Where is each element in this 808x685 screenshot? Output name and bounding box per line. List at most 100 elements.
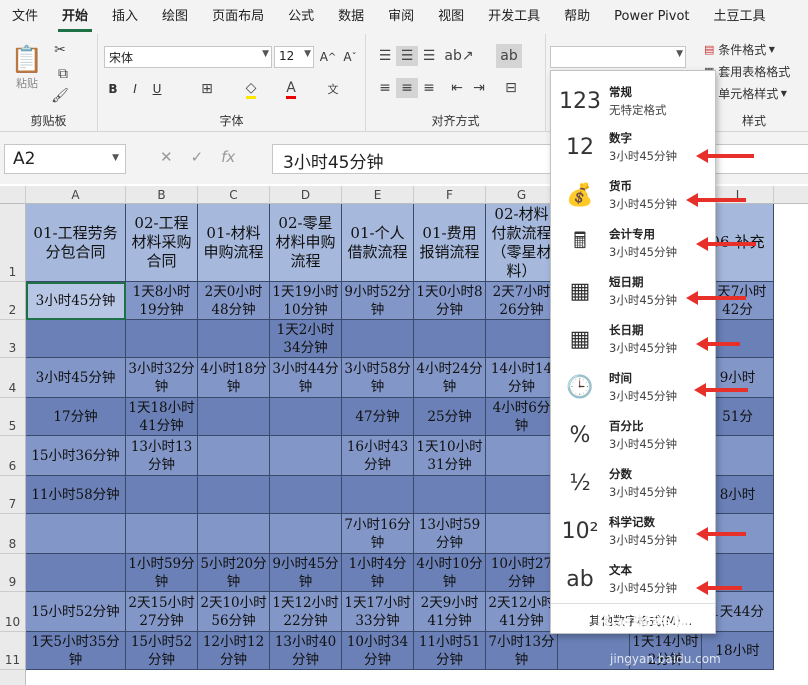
italic-button[interactable]: I bbox=[126, 78, 144, 100]
cell-F5[interactable]: 25分钟 bbox=[414, 398, 486, 436]
cell-A6[interactable]: 15小时36分钟 bbox=[26, 436, 126, 476]
column-header-C[interactable]: C bbox=[198, 186, 270, 204]
cell-D1[interactable]: 02-零星材料申购流程 bbox=[270, 204, 342, 282]
row-header-8[interactable]: 8 bbox=[0, 514, 26, 554]
increase-indent-button[interactable]: ⇥ bbox=[468, 78, 490, 98]
menu-3[interactable]: 绘图 bbox=[150, 0, 200, 34]
row-header-6[interactable]: 6 bbox=[0, 436, 26, 476]
cell-C9[interactable]: 5小时20分钟 bbox=[198, 554, 270, 592]
format-painter-button[interactable]: 🖌 bbox=[50, 86, 70, 106]
row-header-3[interactable]: 3 bbox=[0, 320, 26, 358]
format-option-0[interactable]: 123 常规 无特定格式 bbox=[551, 77, 715, 125]
cell-G1[interactable]: 02-材料付款流程（零星材料） bbox=[486, 204, 558, 282]
cell-D3[interactable]: 1天2小时34分钟 bbox=[270, 320, 342, 358]
cell-E1[interactable]: 01-个人借款流程 bbox=[342, 204, 414, 282]
cell-C2[interactable]: 2天0小时48分钟 bbox=[198, 282, 270, 320]
format-as-table-button[interactable]: ▦ 套用表格格式 bbox=[704, 62, 808, 80]
menu-0[interactable]: 文件 bbox=[0, 0, 50, 34]
row-header-5[interactable]: 5 bbox=[0, 398, 26, 436]
cell-D10[interactable]: 1天12小时22分钟 bbox=[270, 592, 342, 632]
cell-E10[interactable]: 1天17小时33分钟 bbox=[342, 592, 414, 632]
cell-F9[interactable]: 4小时10分钟 bbox=[414, 554, 486, 592]
row-header-11[interactable]: 11 bbox=[0, 632, 26, 670]
cell-E2[interactable]: 9小时52分钟 bbox=[342, 282, 414, 320]
cell-E4[interactable]: 3小时58分钟 bbox=[342, 358, 414, 398]
cell-E9[interactable]: 1小时4分钟 bbox=[342, 554, 414, 592]
cell-D4[interactable]: 3小时44分钟 bbox=[270, 358, 342, 398]
phonetic-button[interactable]: 文 bbox=[320, 78, 346, 100]
align-right-button[interactable]: ≡ bbox=[418, 78, 440, 98]
format-option-1[interactable]: 12 数字 3小时45分钟 bbox=[551, 123, 715, 171]
row-header-1[interactable]: 1 bbox=[0, 204, 26, 282]
format-option-3[interactable]: 🖩 会计专用 3小时45分钟 bbox=[551, 219, 715, 267]
copy-button[interactable]: ⧉ bbox=[50, 64, 76, 84]
border-button[interactable]: ⊞ bbox=[194, 78, 220, 100]
shrink-font-button[interactable]: Aˇ bbox=[340, 46, 360, 68]
column-header-A[interactable]: A bbox=[26, 186, 126, 204]
cell-C5[interactable] bbox=[198, 398, 270, 436]
menu-5[interactable]: 公式 bbox=[276, 0, 326, 34]
font-name-select[interactable]: 宋体 ▼ bbox=[104, 46, 272, 68]
cell-B8[interactable] bbox=[126, 514, 198, 554]
font-size-select[interactable]: 12 ▼ bbox=[274, 46, 314, 68]
menu-12[interactable]: 土豆工具 bbox=[702, 0, 778, 34]
cell-E11[interactable]: 10小时34分钟 bbox=[342, 632, 414, 670]
cell-A3[interactable] bbox=[26, 320, 126, 358]
paste-button[interactable]: 📋 粘贴 bbox=[10, 40, 44, 96]
cell-A11[interactable]: 1天5小时35分钟 bbox=[26, 632, 126, 670]
underline-button[interactable]: U bbox=[148, 78, 166, 100]
cell-E3[interactable] bbox=[342, 320, 414, 358]
cell-C6[interactable] bbox=[198, 436, 270, 476]
cell-B5[interactable]: 1天18小时41分钟 bbox=[126, 398, 198, 436]
row-header-10[interactable]: 10 bbox=[0, 592, 26, 632]
orientation-button[interactable]: ab↗ bbox=[444, 46, 473, 66]
cell-G10[interactable]: 2天12小时41分钟 bbox=[486, 592, 558, 632]
align-center-button[interactable]: ≡ bbox=[396, 78, 418, 98]
align-top-button[interactable]: ☰ bbox=[374, 46, 396, 66]
cell-E7[interactable] bbox=[342, 476, 414, 514]
cell-F2[interactable]: 1天0小时8分钟 bbox=[414, 282, 486, 320]
enter-icon[interactable]: ✓ bbox=[191, 148, 222, 166]
cell-E8[interactable]: 7小时16分钟 bbox=[342, 514, 414, 554]
column-header-G[interactable]: G bbox=[486, 186, 558, 204]
cell-A5[interactable]: 17分钟 bbox=[26, 398, 126, 436]
cell-G6[interactable] bbox=[486, 436, 558, 476]
format-option-7[interactable]: % 百分比 3小时45分钟 bbox=[551, 411, 715, 459]
format-option-10[interactable]: ab 文本 3小时45分钟 bbox=[551, 555, 715, 603]
menu-9[interactable]: 开发工具 bbox=[476, 0, 552, 34]
format-option-6[interactable]: 🕒 时间 3小时45分钟 bbox=[551, 363, 715, 411]
cell-F3[interactable] bbox=[414, 320, 486, 358]
cancel-icon[interactable]: ✕ bbox=[160, 148, 191, 166]
merge-center-button[interactable]: ⊟ bbox=[496, 78, 526, 98]
cell-G9[interactable]: 10小时27分钟 bbox=[486, 554, 558, 592]
cell-B9[interactable]: 1小时59分钟 bbox=[126, 554, 198, 592]
decrease-indent-button[interactable]: ⇤ bbox=[446, 78, 468, 98]
menu-8[interactable]: 视图 bbox=[426, 0, 476, 34]
align-middle-button[interactable]: ☰ bbox=[396, 46, 418, 66]
menu-7[interactable]: 审阅 bbox=[376, 0, 426, 34]
column-header-D[interactable]: D bbox=[270, 186, 342, 204]
cell-G3[interactable] bbox=[486, 320, 558, 358]
row-header-9[interactable]: 9 bbox=[0, 554, 26, 592]
cell-F11[interactable]: 11小时51分钟 bbox=[414, 632, 486, 670]
row-header-4[interactable]: 4 bbox=[0, 358, 26, 398]
cell-A8[interactable] bbox=[26, 514, 126, 554]
cell-A4[interactable]: 3小时45分钟 bbox=[26, 358, 126, 398]
align-left-button[interactable]: ≡ bbox=[374, 78, 396, 98]
cell-D6[interactable] bbox=[270, 436, 342, 476]
menu-2[interactable]: 插入 bbox=[100, 0, 150, 34]
cell-E5[interactable]: 47分钟 bbox=[342, 398, 414, 436]
cell-C10[interactable]: 2天10小时56分钟 bbox=[198, 592, 270, 632]
bold-button[interactable]: B bbox=[104, 78, 122, 100]
cell-D2[interactable]: 1天19小时10分钟 bbox=[270, 282, 342, 320]
cell-B11[interactable]: 15小时52分钟 bbox=[126, 632, 198, 670]
cell-D11[interactable]: 13小时40分钟 bbox=[270, 632, 342, 670]
select-all-corner[interactable] bbox=[0, 186, 26, 204]
cell-G4[interactable]: 14小时14分钟 bbox=[486, 358, 558, 398]
cell-C8[interactable] bbox=[198, 514, 270, 554]
cell-B6[interactable]: 13小时13分钟 bbox=[126, 436, 198, 476]
cell-C4[interactable]: 4小时18分钟 bbox=[198, 358, 270, 398]
cell-C11[interactable]: 12小时12分钟 bbox=[198, 632, 270, 670]
cell-F8[interactable]: 13小时59分钟 bbox=[414, 514, 486, 554]
column-header-F[interactable]: F bbox=[414, 186, 486, 204]
